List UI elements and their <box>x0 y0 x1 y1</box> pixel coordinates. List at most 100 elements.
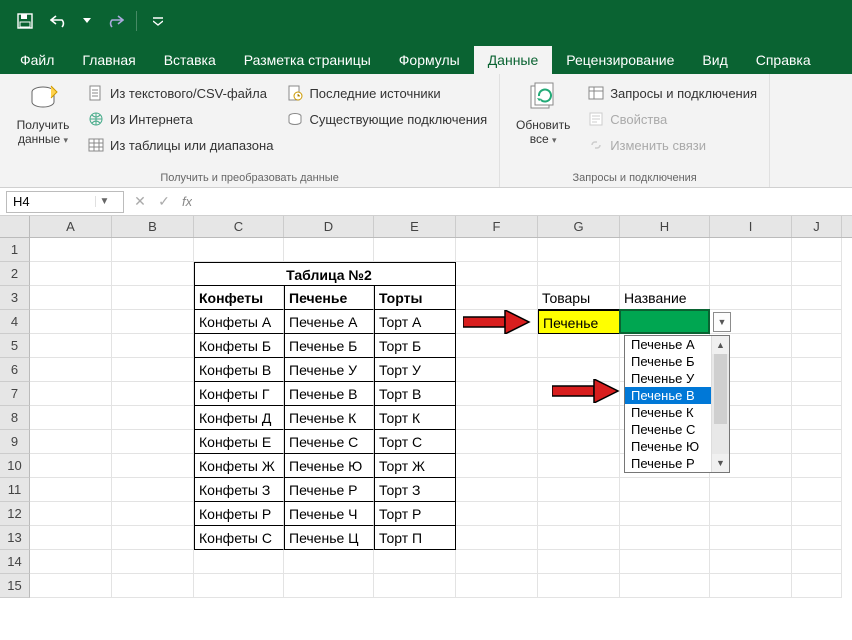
cell[interactable] <box>792 382 842 406</box>
cell[interactable] <box>112 454 194 478</box>
cell[interactable]: Торт С <box>374 430 456 454</box>
row-header[interactable]: 9 <box>0 430 30 454</box>
cell[interactable] <box>792 262 842 286</box>
cell[interactable] <box>112 550 194 574</box>
cell[interactable] <box>538 262 620 286</box>
tab-review[interactable]: Рецензирование <box>552 46 688 74</box>
cell[interactable]: Печенье С <box>284 430 374 454</box>
cell[interactable]: Товары <box>538 286 620 310</box>
cell[interactable] <box>284 550 374 574</box>
cell[interactable] <box>30 550 112 574</box>
column-header[interactable]: J <box>792 216 842 237</box>
queries-connections-button[interactable]: Запросы и подключения <box>586 82 759 104</box>
recent-sources-button[interactable]: Последние источники <box>285 82 489 104</box>
cell[interactable] <box>112 286 194 310</box>
cell[interactable] <box>620 550 710 574</box>
save-icon[interactable] <box>12 8 38 34</box>
cell[interactable] <box>456 574 538 598</box>
cell[interactable] <box>30 526 112 550</box>
cell[interactable] <box>456 406 538 430</box>
cell[interactable] <box>792 550 842 574</box>
cell[interactable] <box>112 310 194 334</box>
cell[interactable] <box>792 334 842 358</box>
tab-home[interactable]: Главная <box>68 46 149 74</box>
cell[interactable] <box>710 502 792 526</box>
cell[interactable] <box>30 286 112 310</box>
cell[interactable] <box>30 454 112 478</box>
dropdown-scrollbar[interactable]: ▲ ▼ <box>711 336 729 472</box>
cell[interactable] <box>620 478 710 502</box>
cell[interactable] <box>620 526 710 550</box>
cell[interactable] <box>112 334 194 358</box>
cell[interactable] <box>112 430 194 454</box>
column-header[interactable]: A <box>30 216 112 237</box>
cell[interactable] <box>792 406 842 430</box>
cell[interactable]: Печенье У <box>284 358 374 382</box>
dropdown-item[interactable]: Печенье К <box>625 404 711 421</box>
cell[interactable] <box>456 334 538 358</box>
dropdown-item[interactable]: Печенье Р <box>625 455 711 472</box>
cell[interactable] <box>194 262 284 286</box>
row-header[interactable]: 1 <box>0 238 30 262</box>
tab-insert[interactable]: Вставка <box>150 46 230 74</box>
dropdown-item[interactable]: Печенье С <box>625 421 711 438</box>
cell[interactable] <box>620 310 710 334</box>
row-header[interactable]: 4 <box>0 310 30 334</box>
cell[interactable]: Таблица №2 <box>284 262 374 286</box>
row-header[interactable]: 12 <box>0 502 30 526</box>
cell[interactable] <box>710 526 792 550</box>
cell[interactable] <box>710 550 792 574</box>
customize-qat-icon[interactable] <box>145 8 171 34</box>
row-header[interactable]: 11 <box>0 478 30 502</box>
cell[interactable] <box>792 574 842 598</box>
cell[interactable] <box>456 502 538 526</box>
existing-connections-button[interactable]: Существующие подключения <box>285 108 489 130</box>
dropdown-item[interactable]: Печенье Ю <box>625 438 711 455</box>
cell[interactable]: Торт П <box>374 526 456 550</box>
cell[interactable]: Конфеты <box>194 286 284 310</box>
fx-icon[interactable]: fx <box>182 194 192 209</box>
formula-input[interactable] <box>192 194 852 209</box>
cell[interactable] <box>792 358 842 382</box>
dropdown-item[interactable]: Печенье В <box>625 387 711 404</box>
column-header[interactable]: H <box>620 216 710 237</box>
tab-formulas[interactable]: Формулы <box>385 46 474 74</box>
tab-page-layout[interactable]: Разметка страницы <box>230 46 385 74</box>
cell[interactable] <box>194 550 284 574</box>
cell[interactable] <box>112 358 194 382</box>
tab-file[interactable]: Файл <box>6 46 68 74</box>
cell[interactable] <box>30 406 112 430</box>
cell[interactable] <box>112 262 194 286</box>
cell[interactable]: Торты <box>374 286 456 310</box>
dropdown-item[interactable]: Печенье У <box>625 370 711 387</box>
row-header[interactable]: 13 <box>0 526 30 550</box>
column-header[interactable]: E <box>374 216 456 237</box>
cell[interactable] <box>194 238 284 262</box>
cell[interactable] <box>374 262 456 286</box>
column-header[interactable]: B <box>112 216 194 237</box>
column-header[interactable]: G <box>538 216 620 237</box>
cell[interactable]: Конфеты Д <box>194 406 284 430</box>
cell[interactable]: Печенье <box>284 286 374 310</box>
tab-view[interactable]: Вид <box>688 46 741 74</box>
dropdown-item[interactable]: Печенье А <box>625 336 711 353</box>
cell[interactable] <box>374 238 456 262</box>
data-validation-dropdown-button[interactable]: ▼ <box>713 312 731 332</box>
cell[interactable] <box>620 574 710 598</box>
cancel-icon[interactable]: ✕ <box>128 193 152 210</box>
cell[interactable] <box>538 430 620 454</box>
cell[interactable] <box>710 238 792 262</box>
row-header[interactable]: 6 <box>0 358 30 382</box>
from-table-button[interactable]: Из таблицы или диапазона <box>86 134 275 156</box>
cell[interactable] <box>456 262 538 286</box>
cell[interactable]: Печенье Ч <box>284 502 374 526</box>
cell[interactable]: Печенье Ц <box>284 526 374 550</box>
cell[interactable] <box>792 454 842 478</box>
cell[interactable] <box>538 526 620 550</box>
row-header[interactable]: 5 <box>0 334 30 358</box>
cell[interactable] <box>538 334 620 358</box>
cell[interactable]: Конфеты В <box>194 358 284 382</box>
cell[interactable] <box>30 358 112 382</box>
cell[interactable]: Конфеты З <box>194 478 284 502</box>
cell[interactable] <box>30 334 112 358</box>
